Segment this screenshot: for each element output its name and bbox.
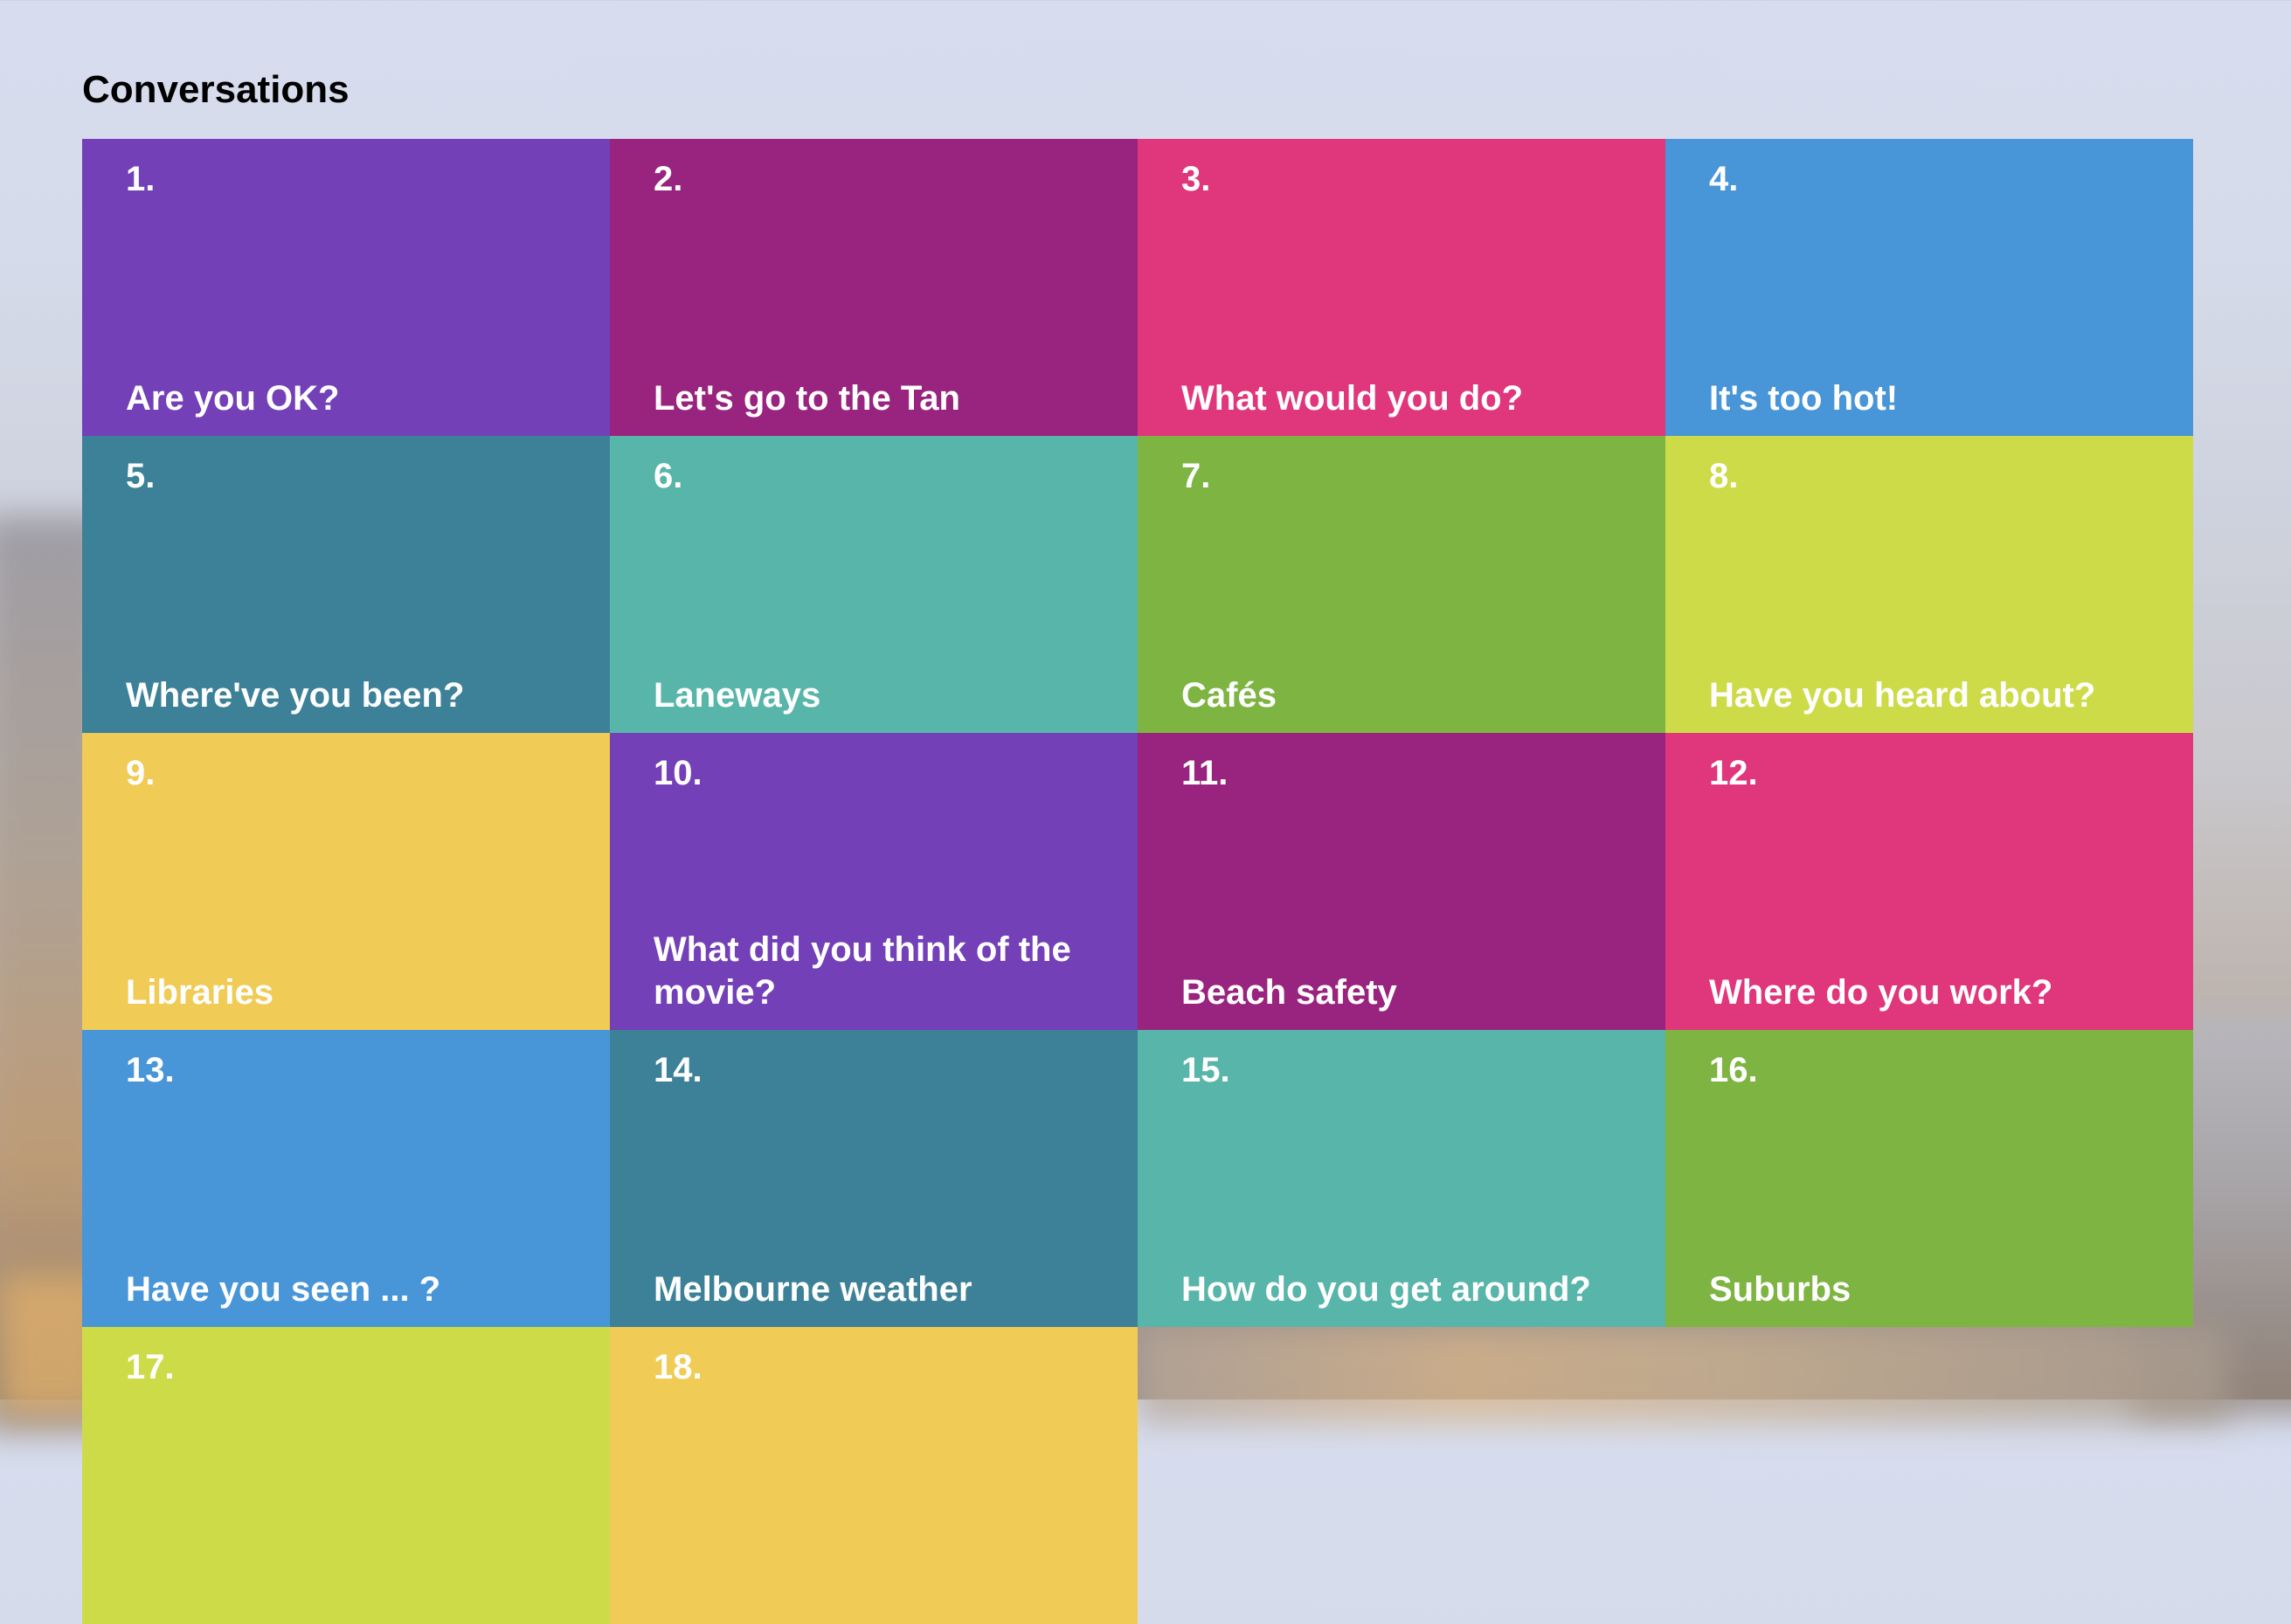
- conversation-tile[interactable]: 8. Have you heard about?: [1665, 436, 2193, 733]
- conversation-number: 4.: [1709, 160, 1739, 198]
- conversation-title: Have you seen ... ?: [126, 1270, 441, 1309]
- conversation-number: 9.: [126, 754, 156, 792]
- conversation-number: 8.: [1709, 457, 1739, 495]
- conversation-title: What did you think of the movie?: [654, 930, 1071, 1012]
- conversation-number: 5.: [126, 457, 156, 495]
- conversation-tile[interactable]: 12. Where do you work?: [1665, 733, 2193, 1030]
- conversation-title: Where do you work?: [1709, 973, 2053, 1012]
- conversation-number: 16.: [1709, 1051, 1758, 1089]
- conversation-title: Are you OK?: [126, 379, 340, 418]
- conversation-tile[interactable]: 17.: [82, 1327, 610, 1624]
- conversation-number: 11.: [1181, 754, 1229, 792]
- conversation-tile[interactable]: 6. Laneways: [610, 436, 1138, 733]
- conversation-number: 7.: [1181, 457, 1211, 495]
- conversation-tile[interactable]: 7. Cafés: [1138, 436, 1665, 733]
- conversation-tile[interactable]: 16. Suburbs: [1665, 1030, 2193, 1327]
- conversation-number: 18.: [654, 1348, 703, 1386]
- conversation-tile[interactable]: 18.: [610, 1327, 1138, 1624]
- conversation-tile[interactable]: 11. Beach safety: [1138, 733, 1665, 1030]
- conversation-tile[interactable]: 10. What did you think of the movie?: [610, 733, 1138, 1030]
- conversation-number: 14.: [654, 1051, 703, 1089]
- conversation-tile[interactable]: 2. Let's go to the Tan: [610, 139, 1138, 436]
- conversation-grid: 1. Are you OK? 2. Let's go to the Tan 3. What…: [82, 139, 2193, 1624]
- page-title: Conversations: [82, 68, 350, 111]
- conversation-title: Libraries: [126, 973, 273, 1012]
- conversation-tile[interactable]: 15. How do you get around?: [1138, 1030, 1665, 1327]
- conversation-title: Cafés: [1181, 676, 1277, 715]
- conversation-number: 6.: [654, 457, 683, 495]
- conversation-title: It's too hot!: [1709, 379, 1899, 418]
- conversation-title: Beach safety: [1181, 973, 1397, 1012]
- conversation-title: What would you do?: [1181, 379, 1524, 418]
- conversation-number: 15.: [1181, 1051, 1230, 1089]
- conversation-title: Where've you been?: [126, 676, 465, 715]
- conversation-tile[interactable]: 3. What would you do?: [1138, 139, 1665, 436]
- conversation-title: Laneways: [654, 676, 821, 715]
- conversation-tile[interactable]: 13. Have you seen ... ?: [82, 1030, 610, 1327]
- conversation-tile[interactable]: 1. Are you OK?: [82, 139, 610, 436]
- conversation-tile[interactable]: 14. Melbourne weather: [610, 1030, 1138, 1327]
- conversation-title: Melbourne weather: [654, 1270, 972, 1309]
- conversation-tile[interactable]: 4. It's too hot!: [1665, 139, 2193, 436]
- conversation-number: 10.: [654, 754, 703, 792]
- conversation-number: 3.: [1181, 160, 1211, 198]
- conversation-number: 17.: [126, 1348, 175, 1386]
- conversation-title: Suburbs: [1709, 1270, 1851, 1309]
- conversation-title: Let's go to the Tan: [654, 379, 960, 418]
- conversation-title: How do you get around?: [1181, 1270, 1591, 1309]
- conversation-number: 1.: [126, 160, 156, 198]
- conversation-title: Have you heard about?: [1709, 676, 2096, 715]
- conversation-number: 2.: [654, 160, 683, 198]
- conversation-number: 13.: [126, 1051, 175, 1089]
- conversation-tile[interactable]: 5. Where've you been?: [82, 436, 610, 733]
- conversation-number: 12.: [1709, 754, 1758, 792]
- conversation-tile[interactable]: 9. Libraries: [82, 733, 610, 1030]
